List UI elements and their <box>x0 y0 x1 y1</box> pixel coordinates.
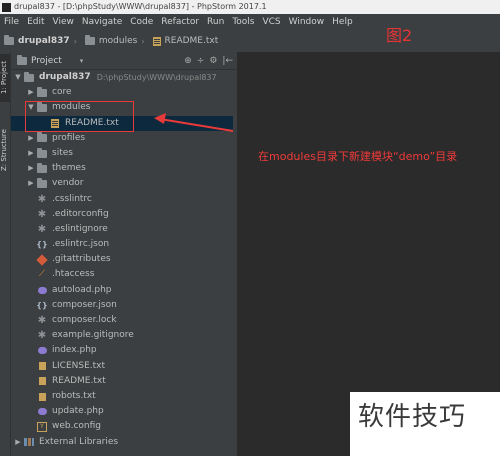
annotation-arrow <box>154 113 234 132</box>
annotation-text: 在modules目录下新建模块“demo”目录 <box>258 150 458 163</box>
watermark: 软件技巧 <box>350 392 500 456</box>
